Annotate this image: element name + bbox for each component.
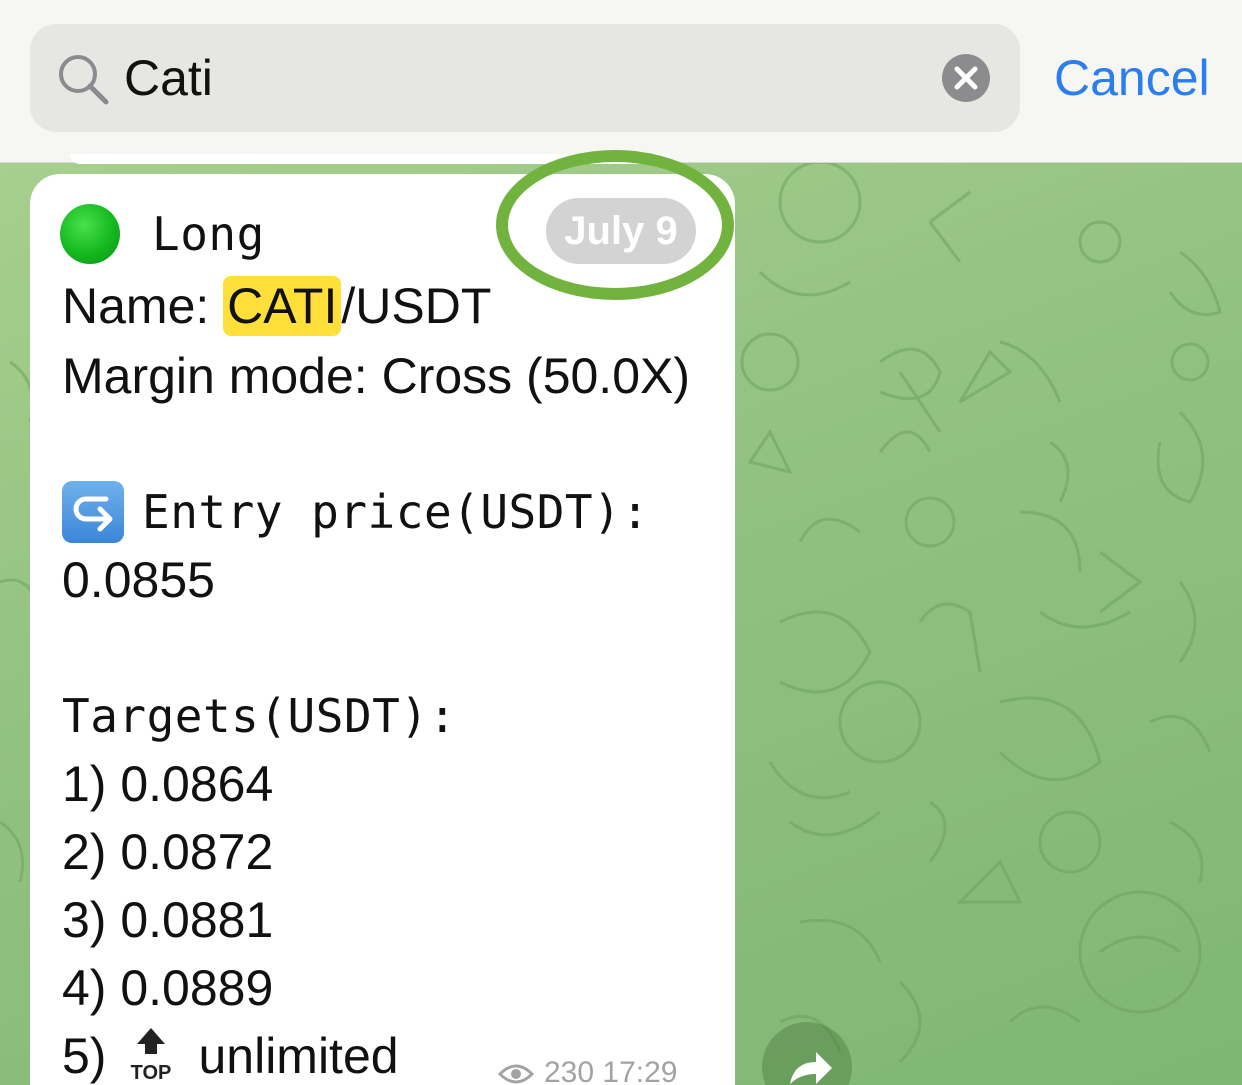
- entry-label: Entry price(USDT):: [142, 485, 650, 539]
- target-item: 1) 0.0864: [62, 756, 274, 812]
- target5-value: unlimited: [198, 1028, 399, 1084]
- green-circle-icon: [60, 204, 120, 264]
- entry-price-line: Entry price(USDT):: [62, 480, 650, 547]
- search-input[interactable]: [124, 42, 924, 114]
- cancel-button[interactable]: Cancel: [1054, 46, 1210, 110]
- eye-icon: [498, 1064, 534, 1084]
- target-item: 2) 0.0872: [62, 824, 274, 880]
- search-match-highlight: CATI: [223, 276, 342, 336]
- target-item: 3) 0.0881: [62, 892, 274, 948]
- message-bubble[interactable]: Long Name: CATI/USDT Margin mode: Cross …: [30, 174, 735, 1085]
- date-highlight-ring: [496, 150, 734, 300]
- signal-label: Long: [152, 207, 265, 261]
- name-line: Name: CATI/USDT: [62, 276, 491, 336]
- margin-mode-line: Margin mode: Cross (50.0X): [62, 348, 691, 404]
- targets-label: Targets(USDT):: [62, 689, 457, 743]
- view-count: 230: [544, 1056, 595, 1085]
- top-icon-text: TOP: [131, 1062, 172, 1082]
- target-item-unlimited: 5) TOP unlimited: [62, 1026, 399, 1085]
- message-meta: 230 17:29: [498, 1056, 677, 1085]
- clear-icon[interactable]: [942, 54, 990, 102]
- target5-prefix: 5): [62, 1028, 107, 1084]
- target-item: 4) 0.0889: [62, 960, 274, 1016]
- share-button[interactable]: [762, 1022, 852, 1085]
- top-arrow-icon: TOP: [126, 1026, 176, 1082]
- entry-value: 0.0855: [62, 552, 215, 608]
- share-icon: [790, 1052, 832, 1084]
- name-suffix: /USDT: [341, 278, 492, 334]
- name-prefix: Name:: [62, 278, 224, 334]
- message-time: 17:29: [602, 1056, 678, 1085]
- right-arrow-curving-left-icon: [62, 480, 124, 543]
- search-bar[interactable]: [30, 24, 1020, 132]
- search-icon: [59, 55, 109, 105]
- search-header: Cancel: [0, 0, 1242, 163]
